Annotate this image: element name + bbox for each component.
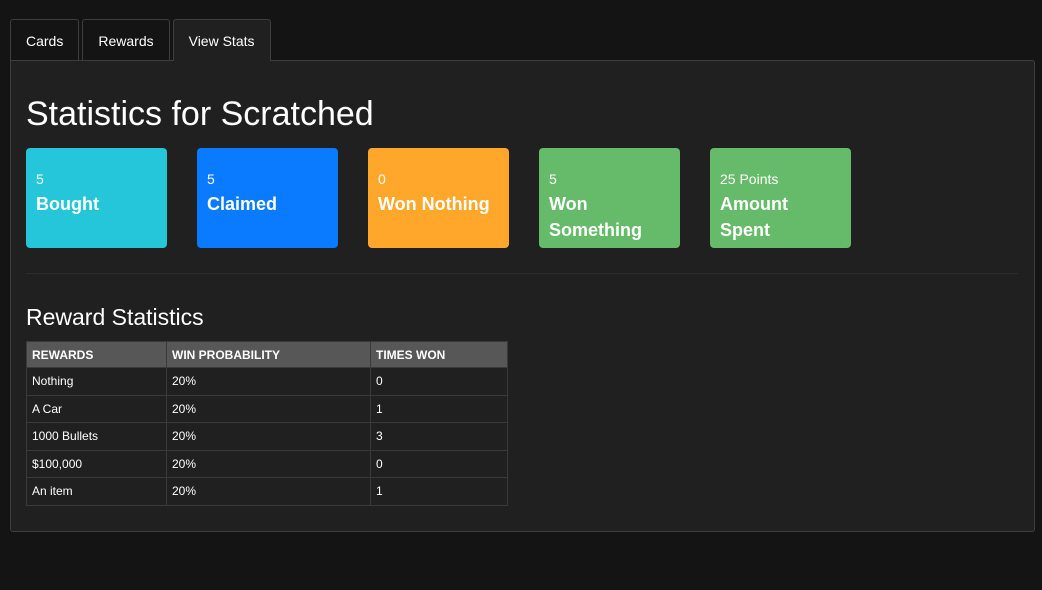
stat-value: 5 <box>549 171 557 187</box>
table-row: $100,000 20% 0 <box>26 449 508 478</box>
stat-value: 5 <box>36 171 44 187</box>
stat-card-bought: 5 Bought <box>26 148 167 248</box>
stat-value: 5 <box>207 171 215 187</box>
stat-label: Amount Spent <box>720 194 788 240</box>
times-won-cell: 3 <box>370 422 508 451</box>
stat-card-amount-spent: 25 Points Amount Spent <box>710 148 851 248</box>
reward-name-cell: An item <box>26 477 167 506</box>
win-probability-cell: 20% <box>166 477 371 506</box>
tab-cards[interactable]: Cards <box>10 19 80 61</box>
column-header-times-won: TIMES WON <box>370 341 508 368</box>
tab-rewards[interactable]: Rewards <box>82 19 170 61</box>
win-probability-cell: 20% <box>166 394 371 423</box>
column-header-win-probability: WIN PROBABILITY <box>166 341 371 368</box>
table-header-row: REWARDS WIN PROBABILITY TIMES WON <box>26 341 508 368</box>
times-won-cell: 0 <box>370 449 508 478</box>
column-header-rewards: REWARDS <box>26 341 167 368</box>
reward-name-cell: $100,000 <box>26 449 167 478</box>
stat-value: 0 <box>378 171 386 187</box>
tab-bar: Cards Rewards View Stats <box>10 19 271 61</box>
stats-panel: Statistics for Scratched 5 Bought 5 Clai… <box>10 60 1035 532</box>
win-probability-cell: 20% <box>166 449 371 478</box>
times-won-cell: 1 <box>370 477 508 506</box>
reward-name-cell: Nothing <box>26 367 167 396</box>
tab-view-stats[interactable]: View Stats <box>172 19 271 61</box>
win-probability-cell: 20% <box>166 422 371 451</box>
win-probability-cell: 20% <box>166 367 371 396</box>
reward-statistics-table: REWARDS WIN PROBABILITY TIMES WON Nothin… <box>26 341 508 506</box>
reward-name-cell: 1000 Bullets <box>26 422 167 451</box>
stat-label: Bought <box>36 194 99 214</box>
table-row: Nothing 20% 0 <box>26 367 508 396</box>
times-won-cell: 1 <box>370 394 508 423</box>
reward-statistics-title: Reward Statistics <box>26 304 204 330</box>
stat-label: Claimed <box>207 194 278 214</box>
times-won-cell: 0 <box>370 367 508 396</box>
section-divider <box>26 273 1018 274</box>
page-title: Statistics for Scratched <box>26 95 374 133</box>
table-row: 1000 Bullets 20% 3 <box>26 422 508 451</box>
table-row: An item 20% 1 <box>26 477 508 506</box>
reward-name-cell: A Car <box>26 394 167 423</box>
stat-label: Won Nothing <box>378 194 490 214</box>
stat-card-claimed: 5 Claimed <box>197 148 338 248</box>
stat-label: Won Something <box>549 194 642 240</box>
stat-card-won-something: 5 Won Something <box>539 148 680 248</box>
stat-cards: 5 Bought 5 Claimed 0 Won Nothing 5 Won S… <box>26 148 851 248</box>
stat-card-won-nothing: 0 Won Nothing <box>368 148 509 248</box>
stat-value: 25 Points <box>720 171 779 187</box>
table-row: A Car 20% 1 <box>26 394 508 423</box>
